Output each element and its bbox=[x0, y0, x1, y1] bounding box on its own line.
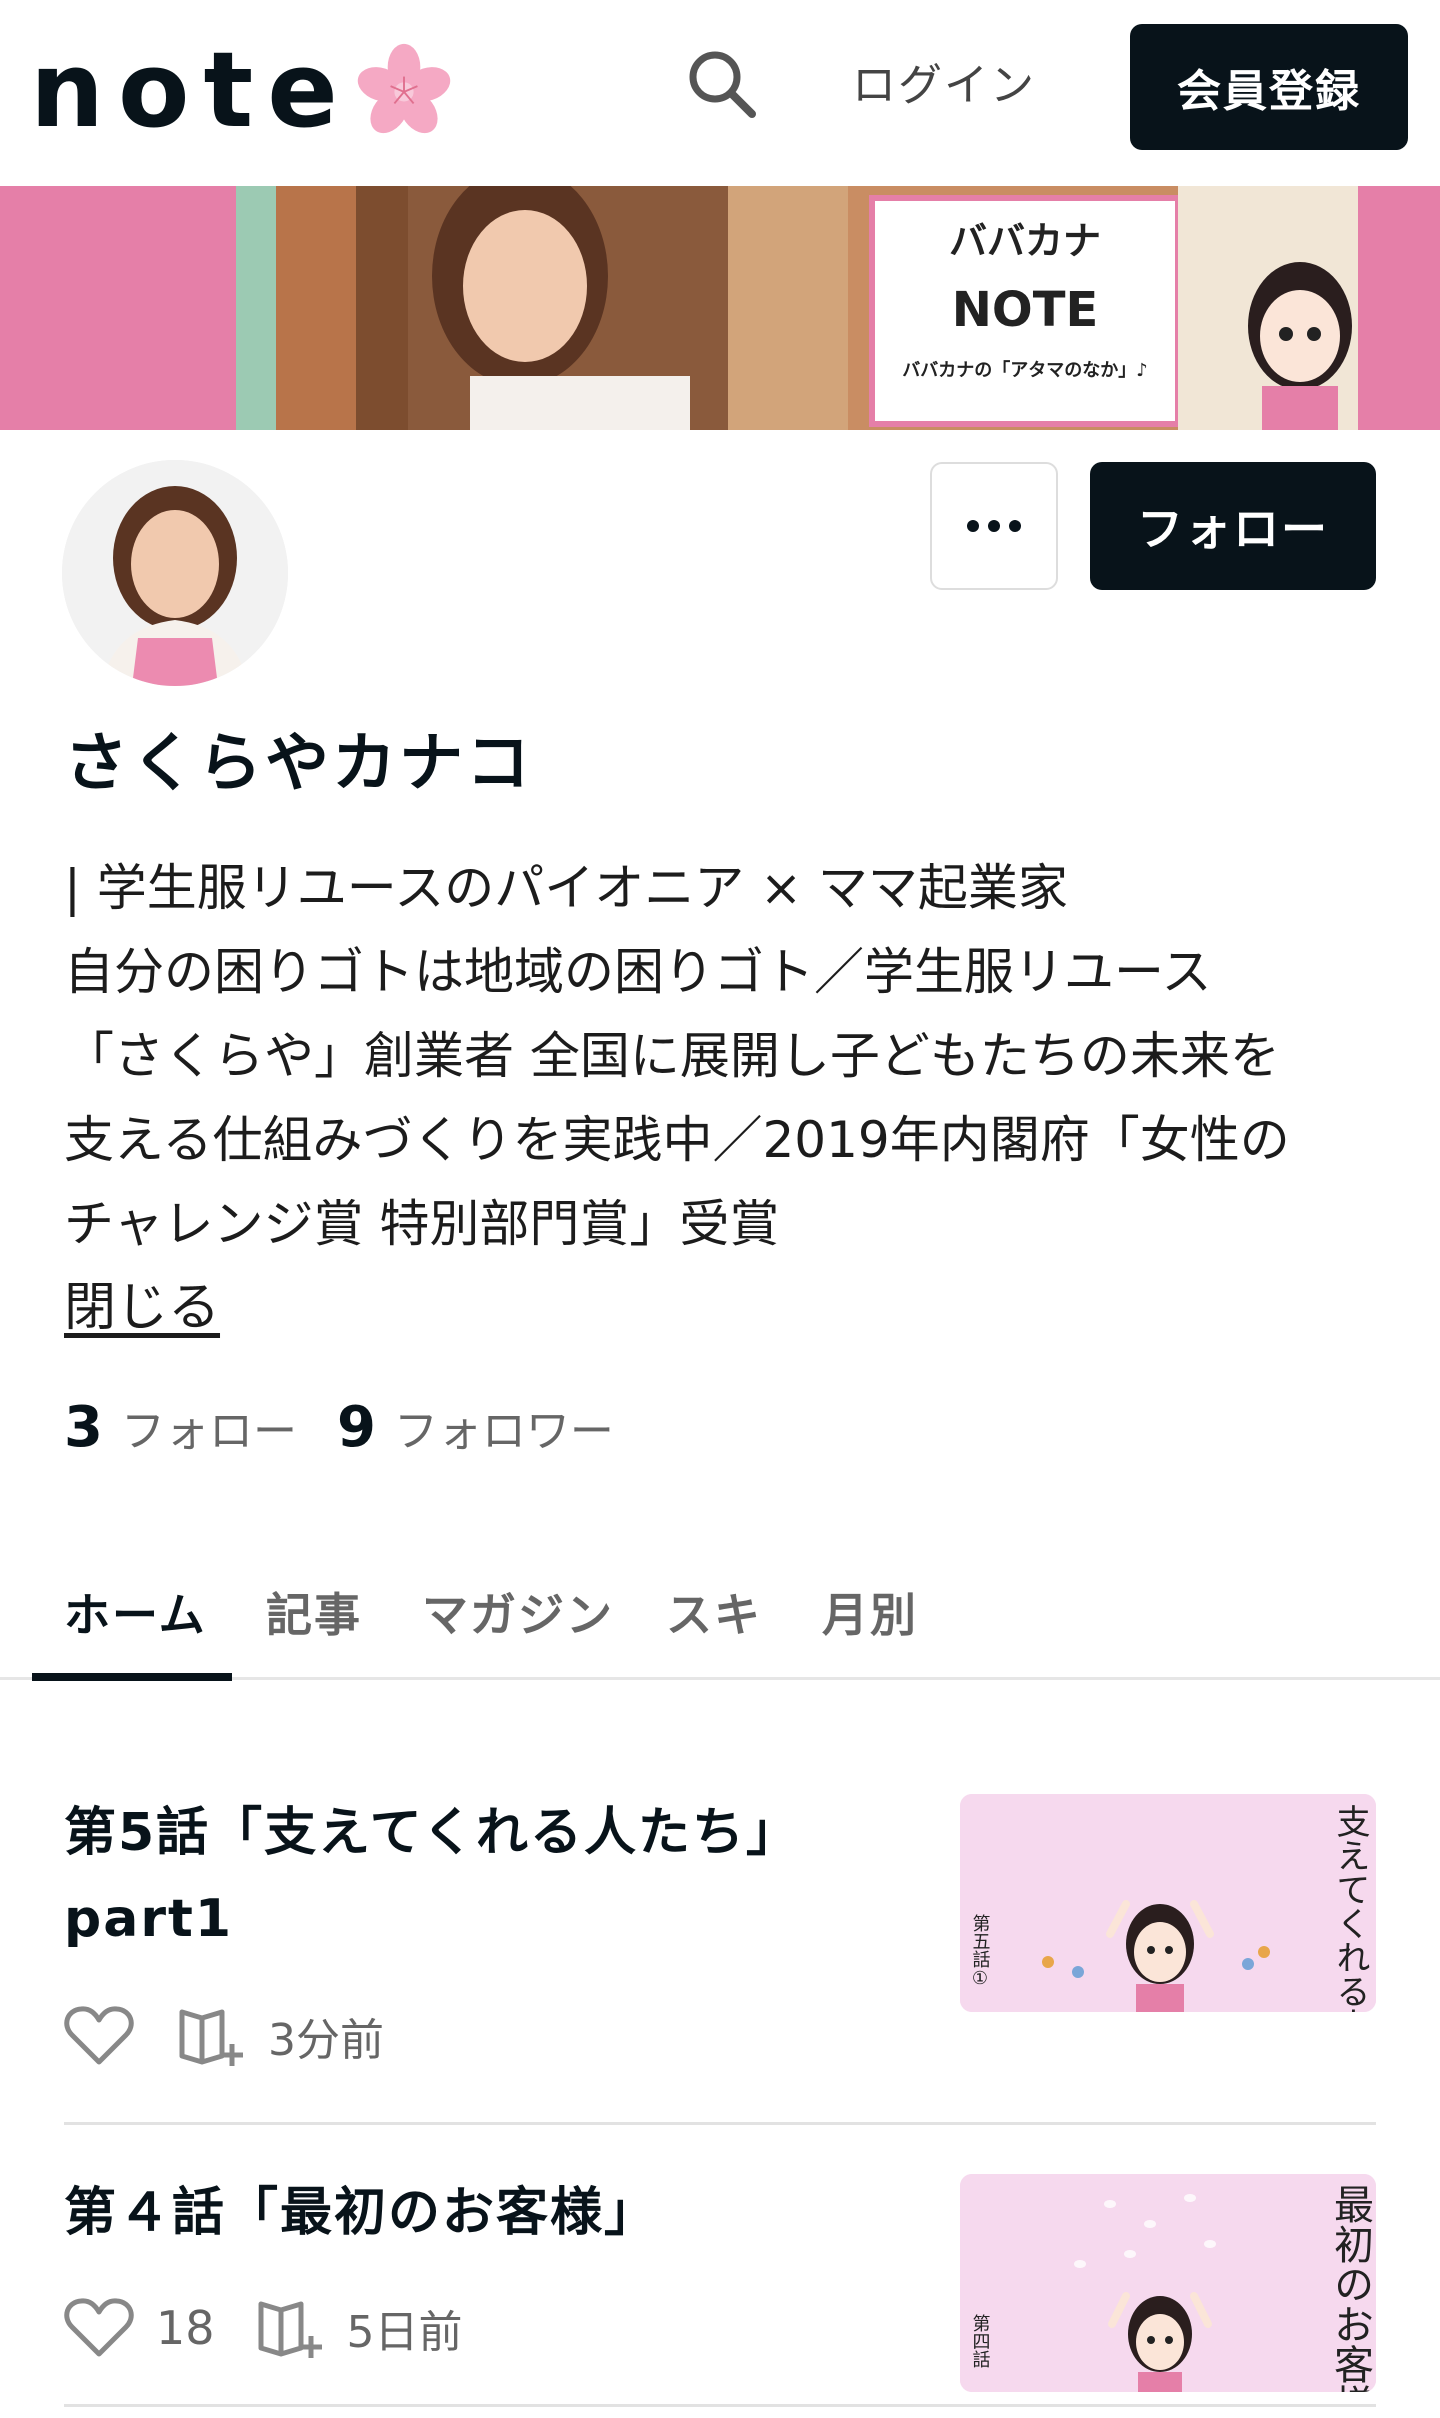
avatar-image bbox=[62, 460, 288, 686]
tab-articles[interactable]: 記事 bbox=[266, 1580, 362, 1650]
bio-line: 「さくらや」創業者 全国に展開し子どもたちの未来を bbox=[64, 1027, 1280, 1085]
tab-monthly[interactable]: 月別 bbox=[822, 1580, 918, 1650]
article-thumbnail[interactable]: 支えてくれる人たち 第五話① bbox=[960, 1794, 1376, 2012]
avatar[interactable] bbox=[62, 460, 288, 686]
followers-count[interactable]: 9 bbox=[337, 1390, 376, 1466]
profile-name: さくらやカナコ bbox=[64, 727, 533, 801]
article-title[interactable]: 第5話「支えてくれる人たち」 part1 bbox=[64, 1790, 944, 1962]
add-to-magazine-icon[interactable] bbox=[176, 2004, 248, 2068]
note-logo[interactable]: note bbox=[30, 29, 452, 151]
bio-line: 自分の困りゴトは地域の困りゴト／学生服リユース bbox=[64, 943, 1212, 1001]
header: note ログイン 会員登録 bbox=[0, 0, 1440, 186]
close-bio-link[interactable]: 閉じる bbox=[64, 1266, 220, 1350]
logo-text: note bbox=[30, 29, 352, 151]
bio-line: 支える仕組みづくりを実践中／2019年内閣府「女性の bbox=[64, 1111, 1290, 1169]
poster-line2: NOTE bbox=[952, 282, 1099, 338]
thumbnail-image: 支えてくれる人たち 第五話① bbox=[960, 1794, 1376, 2012]
more-options-button[interactable] bbox=[930, 462, 1058, 590]
like-count: 18 bbox=[156, 2301, 215, 2355]
search-icon[interactable] bbox=[684, 46, 760, 122]
active-tab-indicator bbox=[32, 1673, 232, 1681]
profile-tabs: ホーム 記事 マガジン スキ 月別 bbox=[0, 1560, 1440, 1681]
article-thumbnail[interactable]: 最初のお客様 第四話 bbox=[960, 2174, 1376, 2392]
article-title-line: part1 bbox=[64, 1889, 233, 1949]
article-meta: 3分前 bbox=[64, 2004, 384, 2068]
heart-icon[interactable] bbox=[64, 2004, 134, 2068]
following-count[interactable]: 3 bbox=[64, 1390, 103, 1466]
article-card[interactable]: 第４話「最初のお客様」 18 5日前 最初のお客様 第四話 bbox=[64, 2170, 1376, 2410]
add-to-magazine-icon[interactable] bbox=[255, 2296, 327, 2360]
tab-likes[interactable]: スキ bbox=[666, 1580, 762, 1650]
thumbnail-title: 最初のお客様 bbox=[1327, 2184, 1373, 2392]
tab-home[interactable]: ホーム bbox=[64, 1580, 207, 1650]
heart-icon[interactable] bbox=[64, 2296, 134, 2360]
more-dots-icon bbox=[967, 520, 1021, 532]
following-label[interactable]: フォロー bbox=[121, 1394, 297, 1470]
tab-magazines[interactable]: マガジン bbox=[422, 1580, 614, 1650]
sakura-icon bbox=[357, 43, 450, 134]
thumbnail-episode: 第五話① bbox=[970, 1914, 991, 1989]
signup-button[interactable]: 会員登録 bbox=[1130, 24, 1408, 150]
thumbnail-image: 最初のお客様 第四話 bbox=[960, 2174, 1376, 2392]
thumbnail-episode: 第四話 bbox=[970, 2314, 991, 2368]
article-divider bbox=[64, 2404, 1376, 2407]
follow-button[interactable]: フォロー bbox=[1090, 462, 1376, 590]
article-title[interactable]: 第４話「最初のお客様」 bbox=[64, 2170, 944, 2256]
banner-image: ババカナ NOTE ババカナの「アタマのなか」♪ bbox=[0, 186, 1440, 430]
bio-line: チャレンジ賞 特別部門賞」受賞 bbox=[64, 1195, 780, 1253]
thumbnail-title: 支えてくれる人たち bbox=[1330, 1804, 1370, 2012]
article-meta: 18 5日前 bbox=[64, 2296, 463, 2360]
profile-bio: | 学生服リユースのパイオニア × ママ起業家 自分の困りゴトは地域の困りゴト／… bbox=[64, 846, 1384, 1266]
followers-label[interactable]: フォロワー bbox=[394, 1394, 614, 1470]
article-card[interactable]: 第5話「支えてくれる人たち」 part1 3分前 支えてくれる人たち 第五話① bbox=[64, 1790, 1376, 2090]
poster-line3: ババカナの「アタマのなか」♪ bbox=[902, 359, 1148, 381]
follow-stats: 3 フォロー 9 フォロワー bbox=[64, 1390, 654, 1470]
profile-banner: ババカナ NOTE ババカナの「アタマのなか」♪ bbox=[0, 186, 1440, 430]
published-time: 3分前 bbox=[268, 2015, 384, 2066]
published-time: 5日前 bbox=[346, 2307, 463, 2358]
article-title-line: 第5話「支えてくれる人たち」 bbox=[64, 1803, 801, 1863]
poster-line1: ババカナ bbox=[949, 219, 1101, 263]
article-divider bbox=[64, 2122, 1376, 2125]
bio-line: | 学生服リユースのパイオニア × ママ起業家 bbox=[64, 859, 1068, 917]
login-link[interactable]: ログイン bbox=[852, 56, 1036, 116]
article-title-line: 第４話「最初のお客様」 bbox=[64, 2183, 659, 2243]
